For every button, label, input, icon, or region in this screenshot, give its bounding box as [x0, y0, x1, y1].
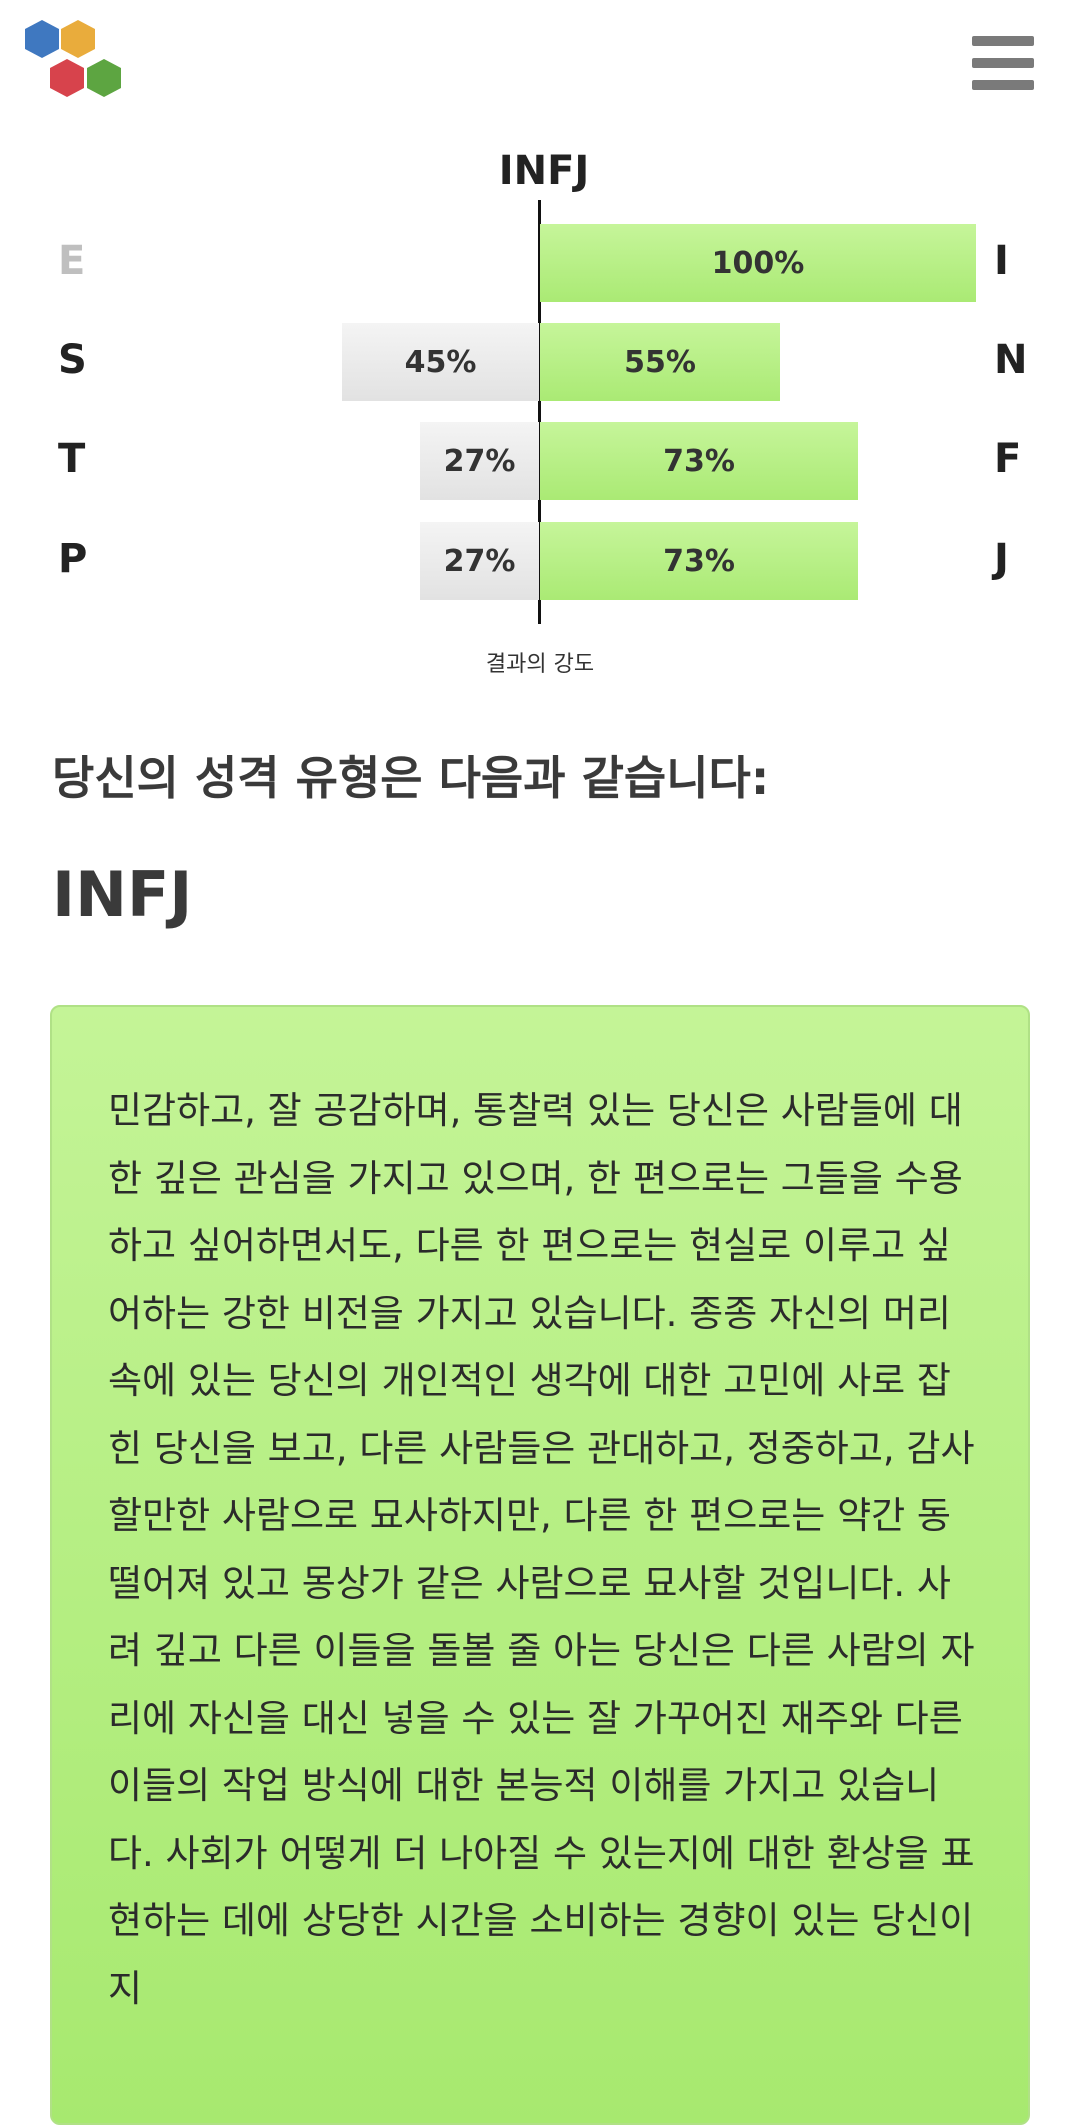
trait-bar-left: 27% — [420, 522, 539, 600]
trait-letter-left: P — [58, 536, 88, 582]
trait-letter-right: I — [994, 238, 1009, 284]
trait-letter-left: E — [58, 238, 86, 284]
strength-caption: 결과의 강도 — [485, 652, 595, 677]
trait-bar-left: 27% — [420, 422, 539, 500]
chart-type-label: INFJ — [498, 148, 590, 194]
trait-bar-right: 73% — [540, 422, 858, 500]
result-type-heading: INFJ — [52, 858, 193, 931]
trait-letter-right: N — [994, 337, 1028, 383]
trait-row-sn: S 45% 55% N — [0, 323, 1080, 401]
hamburger-menu-icon[interactable] — [972, 36, 1036, 94]
description-text: 민감하고, 잘 공감하며, 통찰력 있는 당신은 사람들에 대한 깊은 관심을 … — [108, 1089, 975, 2010]
description-card: 민감하고, 잘 공감하며, 통찰력 있는 당신은 사람들에 대한 깊은 관심을 … — [50, 1005, 1030, 2125]
trait-letter-right: F — [994, 436, 1022, 482]
trait-letter-left: T — [58, 436, 86, 482]
trait-row-pj: P 27% 73% J — [0, 522, 1080, 600]
result-subtitle: 당신의 성격 유형은 다음과 같습니다: — [52, 751, 770, 805]
trait-row-tf: T 27% 73% F — [0, 422, 1080, 500]
trait-letter-left: S — [58, 337, 87, 383]
logo-icon[interactable] — [22, 18, 144, 110]
trait-bar-right: 55% — [540, 323, 780, 401]
trait-letter-right: J — [994, 536, 1009, 582]
trait-bar-left: 45% — [342, 323, 539, 401]
trait-row-ei: E 100% I — [0, 224, 1080, 302]
trait-bar-right: 73% — [540, 522, 858, 600]
trait-bar-right: 100% — [540, 224, 976, 302]
